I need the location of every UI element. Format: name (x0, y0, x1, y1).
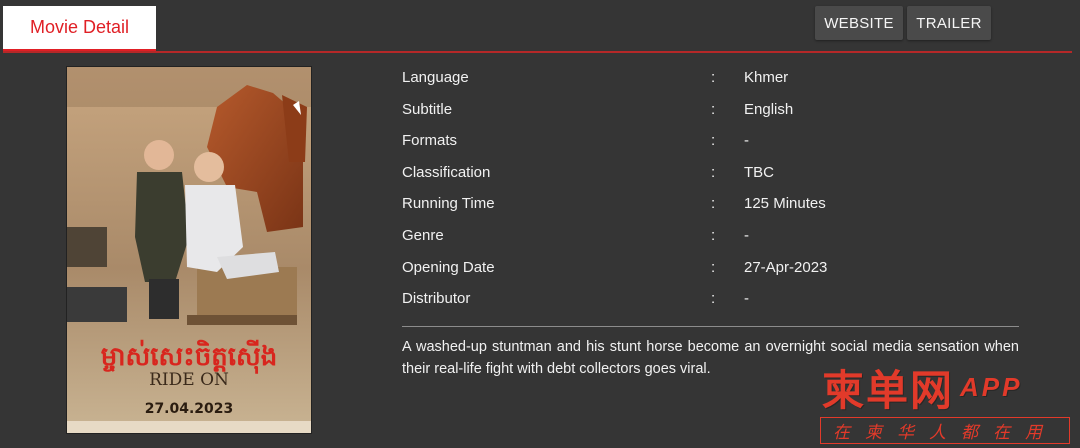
detail-label: Running Time (402, 195, 495, 213)
detail-label: Language (402, 69, 469, 86)
poster-english-title: RIDE ON (149, 370, 229, 390)
detail-separator: : (711, 258, 716, 276)
detail-value: 27-Apr-2023 (744, 258, 828, 276)
detail-label: Formats (402, 132, 458, 150)
detail-separator: : (711, 226, 716, 244)
website-button[interactable]: WEBSITE (815, 6, 903, 40)
detail-separator: : (711, 69, 716, 86)
tab-underline (3, 51, 1072, 53)
detail-value: 125 Minutes (744, 195, 826, 213)
detail-value: English (744, 100, 794, 118)
detail-separator: : (711, 290, 716, 308)
synopsis-divider (402, 326, 1019, 327)
detail-row-formats: Formats : - (402, 129, 1042, 161)
movie-details: Language : Khmer Subtitle : English Form… (402, 66, 1042, 319)
poster-khmer-title: ម្ចាស់សេះចិត្តស៊ើង (101, 339, 277, 374)
detail-value: - (744, 132, 749, 150)
detail-value: - (744, 226, 749, 244)
detail-label: Distributor (402, 290, 471, 308)
detail-value: Khmer (744, 69, 789, 86)
detail-row-classification: Classification : TBC (402, 161, 1042, 193)
watermark-tagline: 在柬华人都在用 (820, 417, 1070, 444)
detail-separator: : (711, 100, 716, 118)
detail-separator: : (711, 132, 716, 150)
poster-date: 27.04.2023 (145, 401, 234, 417)
detail-label: Classification (402, 163, 491, 181)
detail-separator: : (711, 163, 716, 181)
detail-value: TBC (744, 163, 774, 181)
detail-row-genre: Genre : - (402, 224, 1042, 256)
detail-row-opening-date: Opening Date : 27-Apr-2023 (402, 256, 1042, 288)
detail-label: Opening Date (402, 258, 495, 276)
detail-separator: : (711, 195, 716, 213)
detail-row-language: Language : Khmer (402, 66, 1042, 98)
trailer-button[interactable]: TRAILER (907, 6, 991, 40)
detail-row-running-time: Running Time : 125 Minutes (402, 192, 1042, 224)
watermark-logo: 柬单网 APP (822, 362, 1023, 414)
detail-row-subtitle: Subtitle : English (402, 98, 1042, 130)
detail-label: Subtitle (402, 100, 453, 118)
detail-row-distributor: Distributor : - (402, 287, 1042, 319)
detail-label: Genre (402, 226, 444, 244)
watermark-app: APP (960, 371, 1023, 402)
movie-poster: ម្ចាស់សេះចិត្តស៊ើង RIDE ON 27.04.2023 (66, 66, 312, 434)
detail-value: - (744, 290, 749, 308)
watermark-brand: 柬单网 (822, 366, 955, 414)
tab-movie-detail[interactable]: Movie Detail (3, 6, 156, 52)
